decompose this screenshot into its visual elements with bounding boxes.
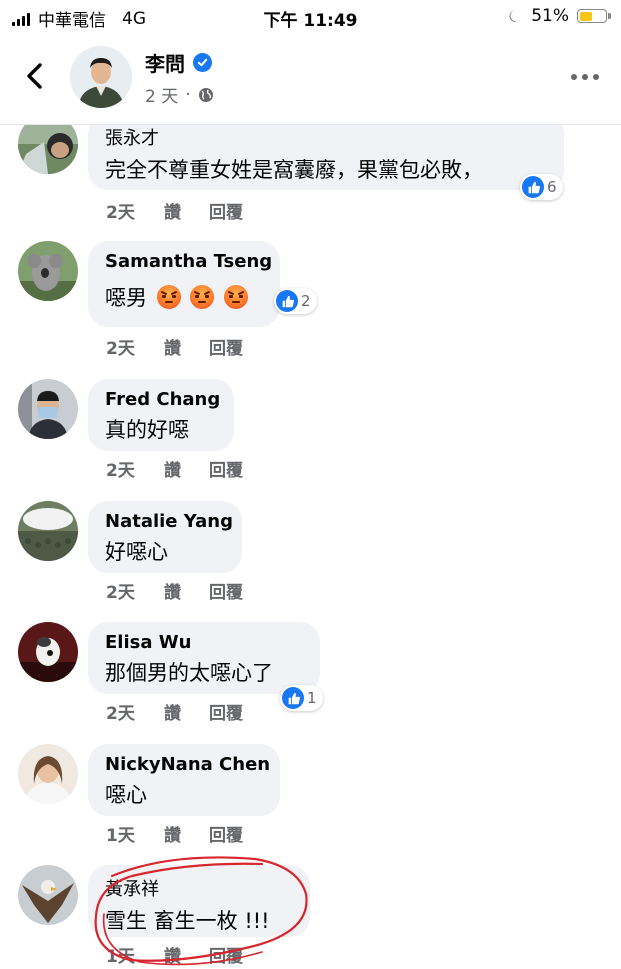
- battery-percent: 51%: [531, 6, 569, 26]
- comment-time: 1天: [106, 947, 135, 967]
- comment-time: 2天: [106, 704, 135, 724]
- reply-button[interactable]: 回覆: [209, 578, 243, 603]
- reaction-count[interactable]: 2: [274, 288, 317, 314]
- commenter-avatar[interactable]: [18, 241, 78, 301]
- comment-bubble: 張永才 完全不尊重女姓是窩囊廢，果黨包必敗，: [88, 124, 564, 190]
- like-button[interactable]: 讚: [164, 942, 209, 967]
- post-time[interactable]: 2 天: [145, 82, 178, 107]
- meta-separator: ·: [185, 84, 191, 105]
- like-reaction-icon: [282, 687, 304, 709]
- like-button[interactable]: 讚: [164, 699, 209, 724]
- comment-text-row: 噁男: [105, 282, 262, 312]
- comment-time: 2天: [106, 583, 135, 603]
- comment-time: 2天: [106, 461, 135, 481]
- comment-time: 1天: [106, 826, 135, 846]
- reaction-count[interactable]: 1: [280, 685, 323, 711]
- comment-text: 真的好噁: [105, 418, 189, 442]
- commenter-avatar[interactable]: [18, 501, 78, 561]
- comment-text: 好噁心: [105, 540, 168, 564]
- comment-text: 噁男: [105, 286, 147, 310]
- reply-button[interactable]: 回覆: [209, 699, 243, 724]
- commenter-avatar[interactable]: [18, 379, 78, 439]
- comment-bubble: Samantha Tseng 噁男: [88, 241, 280, 327]
- back-arrow-icon[interactable]: [20, 60, 52, 92]
- comment-time: 2天: [106, 203, 135, 223]
- comment-actions: 2天 讚 回覆: [106, 456, 243, 481]
- commenter-name[interactable]: 張永才: [105, 124, 546, 150]
- reply-button[interactable]: 回覆: [209, 334, 243, 359]
- reply-button[interactable]: 回覆: [209, 198, 243, 223]
- commenter-name[interactable]: NickyNana Chen: [105, 754, 270, 775]
- comment-text: 雪生 畜生一枚 !!!: [105, 909, 270, 933]
- status-right: 51%: [507, 6, 611, 26]
- like-button[interactable]: 讚: [164, 821, 209, 846]
- like-reaction-icon: [276, 290, 298, 312]
- commenter-avatar[interactable]: [18, 124, 78, 174]
- comment-bubble: 黃承祥 雪生 畜生一枚 !!!: [88, 865, 310, 937]
- reaction-number: 1: [307, 689, 317, 707]
- commenter-name[interactable]: Samantha Tseng: [105, 251, 272, 272]
- comment-actions: 2天 讚 回覆: [106, 578, 243, 603]
- like-button[interactable]: 讚: [164, 198, 209, 223]
- comment-list: 張永才 完全不尊重女姓是窩囊廢，果黨包必敗， 6 2天 讚 回覆 Samanth…: [0, 124, 621, 969]
- commenter-avatar[interactable]: [18, 622, 78, 682]
- author-name[interactable]: 李問: [145, 48, 185, 77]
- comment-bubble: Elisa Wu 那個男的太噁心了: [88, 622, 320, 694]
- reaction-number: 2: [301, 292, 311, 310]
- author-name-row: 李問: [145, 48, 212, 77]
- comment-text: 那個男的太噁心了: [105, 661, 273, 685]
- reaction-count[interactable]: 6: [520, 174, 563, 200]
- comment-time: 2天: [106, 339, 135, 359]
- author-avatar-image: [70, 46, 132, 108]
- battery-fill: [579, 11, 592, 21]
- more-options-icon[interactable]: [571, 74, 599, 80]
- angry-emoji: [156, 285, 181, 309]
- author-avatar[interactable]: [70, 46, 132, 108]
- like-button[interactable]: 讚: [164, 578, 209, 603]
- post-header: 李問 2 天 ·: [0, 32, 621, 125]
- comment-actions: 2天 讚 回覆: [106, 334, 243, 359]
- reaction-number: 6: [547, 178, 557, 196]
- commenter-avatar[interactable]: [18, 744, 78, 804]
- commenter-name[interactable]: Elisa Wu: [105, 632, 302, 653]
- like-reaction-icon: [522, 176, 544, 198]
- verified-badge-icon: [193, 53, 212, 72]
- reply-button[interactable]: 回覆: [209, 456, 243, 481]
- like-button[interactable]: 讚: [164, 456, 209, 481]
- comment-actions: 2天 讚 回覆: [106, 699, 243, 724]
- post-meta: 2 天 ·: [145, 82, 214, 107]
- like-button[interactable]: 讚: [164, 334, 209, 359]
- comment-bubble: Natalie Yang 好噁心: [88, 501, 242, 573]
- commenter-name[interactable]: Fred Chang: [105, 389, 220, 410]
- reply-button[interactable]: 回覆: [209, 942, 243, 967]
- commenter-avatar[interactable]: [18, 865, 78, 925]
- status-bar: 中華電信 4G 下午 11:49 51%: [0, 0, 621, 32]
- comment-text: 噁心: [105, 783, 147, 807]
- commenter-name[interactable]: 黃承祥: [105, 875, 292, 901]
- battery-icon: [577, 9, 611, 23]
- angry-emoji: [224, 285, 249, 309]
- globe-icon: [198, 87, 213, 102]
- moon-icon: [509, 10, 521, 23]
- angry-emoji: [190, 285, 215, 309]
- comment-bubble: Fred Chang 真的好噁: [88, 379, 234, 451]
- commenter-name[interactable]: Natalie Yang: [105, 511, 233, 532]
- comment-actions: 1天 讚 回覆: [106, 942, 243, 967]
- comment-actions: 2天 讚 回覆: [106, 198, 243, 223]
- comment-bubble: NickyNana Chen 噁心: [88, 744, 280, 816]
- reply-button[interactable]: 回覆: [209, 821, 243, 846]
- comment-text: 完全不尊重女姓是窩囊廢，果黨包必敗，: [105, 158, 483, 182]
- comment-actions: 1天 讚 回覆: [106, 821, 243, 846]
